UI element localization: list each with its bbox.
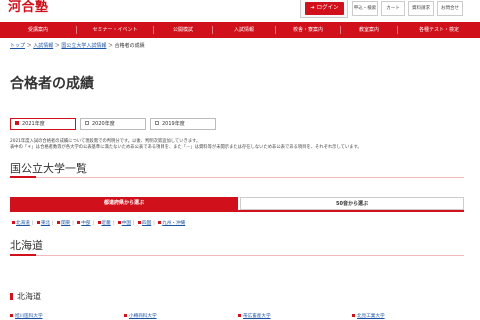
breadcrumb-current: 合格者の成績 bbox=[114, 43, 145, 49]
region-accent bbox=[10, 254, 36, 256]
bullet-icon bbox=[138, 220, 141, 224]
tab-by-kana[interactable]: 50音から選ぶ bbox=[240, 197, 464, 210]
bullet-icon bbox=[36, 220, 40, 224]
login-area: ➜ ログイン bbox=[300, 0, 348, 18]
year-tab-label: 2021年度 bbox=[22, 121, 45, 127]
year-tab-label: 2020年度 bbox=[92, 121, 115, 127]
util-link-cart[interactable]: カート bbox=[381, 1, 405, 16]
region-link-hokkaido[interactable]: 北海道 bbox=[16, 221, 30, 226]
unselected-indicator-icon bbox=[85, 121, 89, 125]
university-name: 帯広畜産大学 bbox=[243, 314, 271, 319]
region-title: 北海道 bbox=[10, 239, 43, 252]
region-links: 北海道 | 東北 | 関東 | 中部 | 近畿 | 中国 | 四国 | 九州・沖縄 bbox=[12, 220, 185, 226]
heading-bar-icon bbox=[10, 293, 13, 300]
breadcrumb: トップ ＞ 入試情報 ＞ 国公立大学入試情報 ＞ 合格者の成績 bbox=[10, 43, 145, 49]
nav-item-campus[interactable]: 校舎・寮案内 bbox=[276, 22, 340, 38]
tab-by-prefecture[interactable]: 都道府県から選ぶ bbox=[10, 197, 238, 210]
university-name: 小樽商科大学 bbox=[129, 314, 157, 319]
university-link[interactable]: 旭川医科大学 bbox=[10, 313, 43, 319]
util-link-apply[interactable]: 申込・検索 bbox=[352, 1, 378, 16]
breadcrumb-link[interactable]: トップ bbox=[10, 43, 25, 49]
bullet-icon bbox=[352, 313, 355, 317]
nav-item-classroom[interactable]: 教室案内 bbox=[341, 22, 397, 38]
region-link-chubu[interactable]: 中部 bbox=[81, 221, 90, 226]
university-link[interactable]: 帯広畜産大学 bbox=[238, 313, 271, 319]
login-label: ログイン bbox=[316, 5, 339, 11]
bullet-icon bbox=[124, 313, 127, 317]
breadcrumb-link[interactable]: 国公立大学入試情報 bbox=[61, 43, 106, 49]
year-tab-2019[interactable]: 2019年度 bbox=[150, 118, 216, 130]
university-name: 旭川医科大学 bbox=[15, 314, 43, 319]
nav-item-seminar[interactable]: セミナー・イベント bbox=[77, 22, 153, 38]
region-link-kinki[interactable]: 近畿 bbox=[102, 221, 111, 226]
region-link-chugoku[interactable]: 中国 bbox=[122, 221, 131, 226]
login-icon: ➜ bbox=[310, 5, 315, 11]
year-tab-2020[interactable]: 2020年度 bbox=[80, 118, 146, 130]
tab-underline bbox=[10, 210, 464, 212]
note-line: 表中の「＊」は合格者数等が各大学の公表基準に満たないため非公表である項目を、また… bbox=[10, 145, 362, 150]
region-link-tohoku[interactable]: 東北 bbox=[41, 221, 50, 226]
main-nav: 受講案内 セミナー・イベント 公開模試 入試情報 校舎・寮案内 教室案内 各種テ… bbox=[0, 22, 480, 38]
section-title: 国公立大学一覧 bbox=[10, 162, 87, 175]
nav-item-courses[interactable]: 受講案内 bbox=[0, 22, 76, 38]
university-link[interactable]: 小樽商科大学 bbox=[124, 313, 157, 319]
nav-item-mock-exam[interactable]: 公開模試 bbox=[154, 22, 212, 38]
util-link-request[interactable]: 資料請求 bbox=[408, 1, 434, 16]
bullet-icon bbox=[77, 220, 81, 224]
bullet-icon bbox=[158, 220, 162, 224]
sub-heading-label: 北海道 bbox=[17, 292, 41, 301]
nav-item-tests[interactable]: 各種テスト・検定 bbox=[398, 22, 480, 38]
bullet-icon bbox=[117, 220, 121, 224]
bullet-icon bbox=[10, 313, 13, 317]
section-accent bbox=[10, 176, 36, 178]
util-link-contact[interactable]: お問合せ bbox=[437, 1, 463, 16]
notes: 2021年度入試の合格者の成績について現段階での判明分です。以後、判明次第追加し… bbox=[10, 139, 362, 151]
region-link-kanto[interactable]: 関東 bbox=[61, 221, 70, 226]
login-button[interactable]: ➜ ログイン bbox=[305, 2, 344, 15]
bullet-icon bbox=[57, 220, 61, 224]
selected-indicator-icon bbox=[15, 121, 19, 125]
university-name: 北見工業大学 bbox=[357, 314, 385, 319]
region-link-kyushu-okinawa[interactable]: 九州・沖縄 bbox=[162, 221, 185, 226]
bullet-icon bbox=[12, 220, 15, 224]
region-link-shikoku[interactable]: 四国 bbox=[142, 221, 151, 226]
sub-heading: 北海道 bbox=[10, 291, 41, 302]
page-title: 合格者の成績 bbox=[10, 76, 94, 92]
nav-item-exam-info[interactable]: 入試情報 bbox=[213, 22, 275, 38]
unselected-indicator-icon bbox=[155, 121, 159, 125]
bullet-icon bbox=[238, 313, 241, 317]
logo[interactable]: 河合塾 bbox=[8, 0, 49, 15]
university-link[interactable]: 北見工業大学 bbox=[352, 313, 385, 319]
breadcrumb-link[interactable]: 入試情報 bbox=[33, 43, 53, 49]
bullet-icon bbox=[97, 220, 101, 224]
header: 河合塾 ➜ ログイン 申込・検索 カート 資料請求 お問合せ bbox=[0, 0, 480, 22]
section-divider bbox=[10, 177, 464, 178]
region-divider bbox=[10, 255, 464, 256]
year-tab-2021[interactable]: 2021年度 bbox=[10, 118, 76, 130]
year-tab-label: 2019年度 bbox=[162, 121, 185, 127]
